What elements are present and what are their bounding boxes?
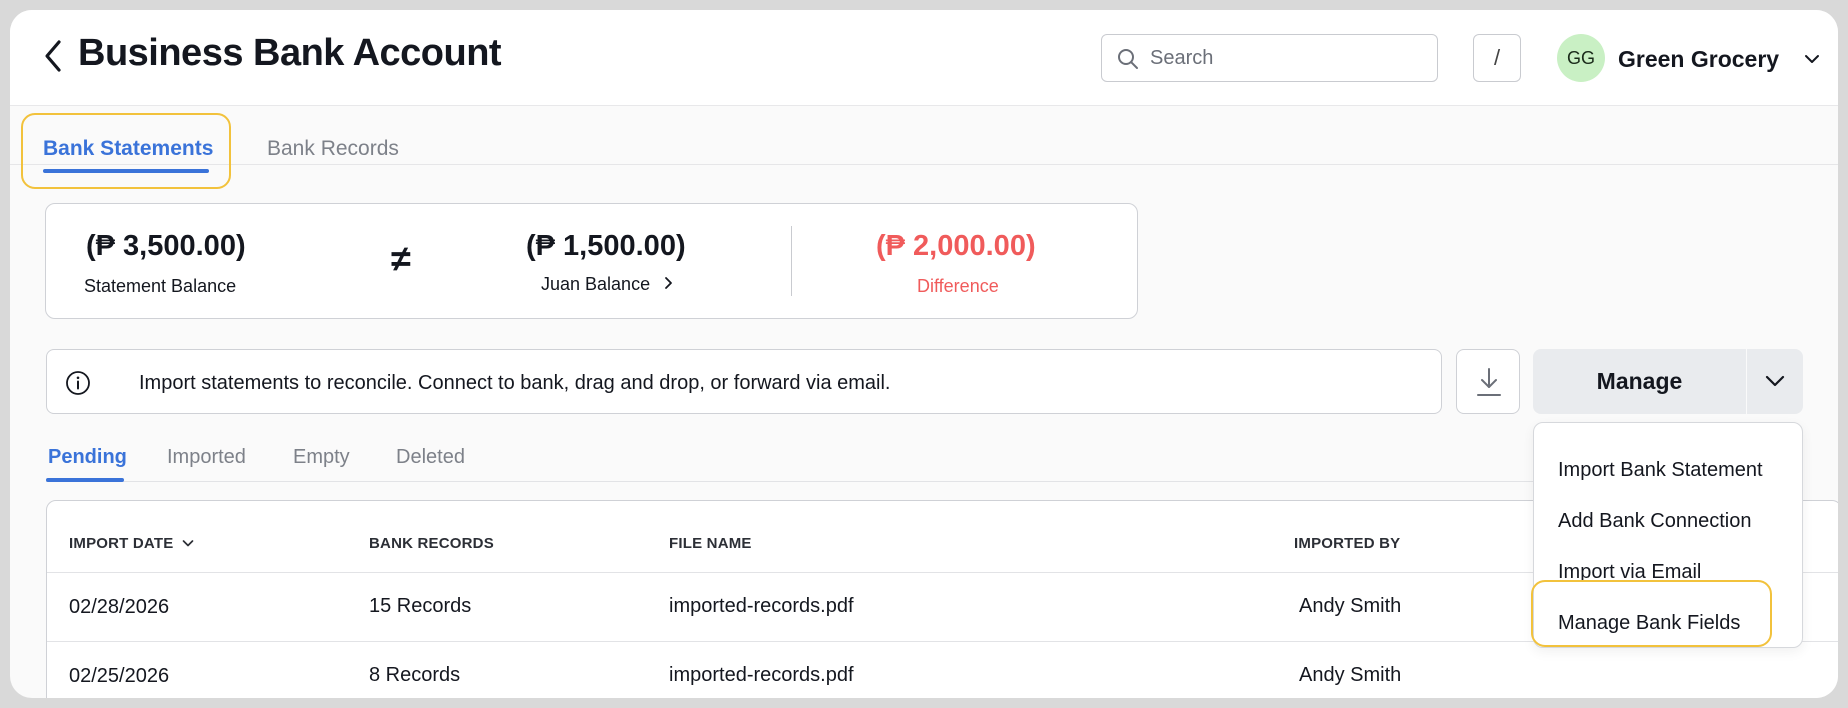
cell-import-date: 02/25/2026: [69, 665, 170, 687]
cell-file-name[interactable]: imported-records.pdf: [669, 664, 854, 687]
download-button[interactable]: [1456, 349, 1520, 414]
back-arrow-icon[interactable]: [40, 36, 66, 76]
statement-balance-label: Statement Balance: [84, 276, 237, 296]
not-equal-icon: ≠: [391, 238, 411, 279]
tab-bank-records[interactable]: Bank Records: [267, 137, 399, 161]
info-banner: Import statements to reconcile. Connect …: [46, 349, 1442, 414]
chevron-down-icon[interactable]: [1804, 54, 1820, 64]
status-tabs: Pending Imported Empty Deleted: [46, 430, 1538, 482]
column-header-imported-by: IMPORTED BY: [1294, 535, 1401, 552]
search-input[interactable]: [1150, 41, 1420, 75]
manage-dropdown-toggle[interactable]: [1747, 349, 1803, 414]
search-icon: [1118, 49, 1138, 69]
column-header-label: IMPORT DATE: [69, 535, 174, 552]
menu-item-import-bank-statement[interactable]: Import Bank Statement: [1558, 459, 1763, 482]
active-subtab-indicator: [46, 478, 124, 482]
difference-amount: (₱ 2,000.00): [876, 230, 1036, 262]
column-header-import-date[interactable]: IMPORT DATE: [69, 535, 194, 552]
cell-import-date: 02/28/2026: [69, 596, 170, 618]
sort-chevron-icon: [182, 540, 194, 547]
avatar[interactable]: GG: [1557, 34, 1605, 82]
cell-file-name[interactable]: imported-records.pdf: [669, 595, 854, 618]
tab-empty[interactable]: Empty: [293, 446, 350, 469]
info-message: Import statements to reconcile. Connect …: [139, 372, 891, 394]
search-box[interactable]: [1101, 34, 1438, 82]
manage-button[interactable]: Manage: [1533, 349, 1746, 414]
download-icon: [1477, 368, 1501, 396]
cell-imported-by: Andy Smith: [1299, 664, 1402, 686]
chevron-right-icon: [664, 277, 672, 289]
main-tabs: Bank Statements Bank Records: [10, 107, 1838, 173]
divider: [791, 226, 792, 296]
tab-deleted[interactable]: Deleted: [396, 446, 465, 469]
juan-balance-label: Juan Balance: [541, 274, 651, 294]
difference-label: Difference: [917, 276, 999, 296]
page-title: Business Bank Account: [78, 32, 502, 74]
juan-balance-link[interactable]: Juan Balance: [541, 274, 675, 295]
juan-balance-amount: (₱ 1,500.00): [526, 230, 686, 262]
menu-item-add-bank-connection[interactable]: Add Bank Connection: [1558, 510, 1751, 533]
highlight-outline-menu-item: [1531, 580, 1772, 647]
cell-bank-records: 8 Records: [369, 664, 461, 686]
highlight-outline-tab: [21, 113, 231, 189]
app-window: Business Bank Account / GG Green Grocery…: [10, 10, 1838, 698]
keyboard-shortcut-button[interactable]: /: [1473, 34, 1521, 82]
statement-balance-amount: (₱ 3,500.00): [86, 230, 246, 262]
info-icon: [66, 371, 90, 395]
column-header-bank-records: BANK RECORDS: [369, 535, 494, 552]
balance-summary-card: (₱ 3,500.00) Statement Balance ≠ (₱ 1,50…: [45, 203, 1138, 319]
tab-imported[interactable]: Imported: [167, 446, 246, 469]
chevron-down-icon: [1765, 375, 1785, 387]
tab-pending[interactable]: Pending: [48, 446, 127, 469]
column-header-file-name: FILE NAME: [669, 535, 752, 552]
cell-imported-by: Andy Smith: [1299, 595, 1402, 617]
top-header: Business Bank Account / GG Green Grocery: [10, 10, 1838, 106]
cell-bank-records: 15 Records: [369, 595, 472, 617]
org-switcher-label[interactable]: Green Grocery: [1618, 46, 1779, 73]
